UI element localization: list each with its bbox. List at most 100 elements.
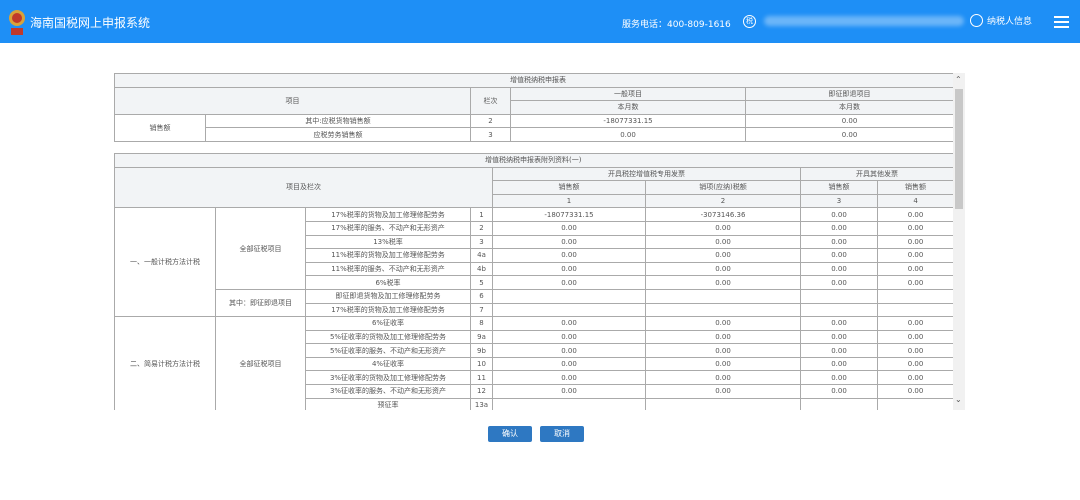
scrollbar-thumb[interactable]	[955, 89, 963, 209]
vat-schedule-one-table: 增值税纳税申报表附列资料(一) 项目及栏次 开具税控增值税专用发票 开具其他发票 销…	[114, 152, 953, 410]
cell-value[interactable]: 0.00	[876, 207, 953, 222]
cell-value[interactable]	[492, 397, 646, 410]
cell-value[interactable]: 0.00	[492, 384, 646, 399]
cell-value[interactable]	[645, 397, 801, 410]
cell-value[interactable]: 0.00	[492, 248, 646, 263]
cell-value[interactable]	[492, 302, 646, 318]
row-item: 5%征收率的货物及加工修理修配劳务	[305, 329, 471, 345]
cell-value[interactable]: 0.00	[876, 370, 953, 386]
cell-value[interactable]	[800, 288, 878, 304]
row-line: 2	[470, 220, 493, 236]
row-line: 8	[470, 316, 493, 331]
col-item: 项目	[114, 86, 471, 115]
cell-refund[interactable]: 0.00	[744, 127, 953, 142]
taxpayer-name-redacted	[764, 16, 964, 26]
cell-value[interactable]: 0.00	[492, 261, 646, 277]
row-line: 9b	[470, 343, 493, 358]
cell-value[interactable]: 0.00	[876, 261, 953, 277]
cell-value[interactable]	[876, 397, 953, 410]
cell-value[interactable]: 0.00	[800, 370, 878, 386]
cell-value[interactable]: 0.00	[800, 207, 878, 222]
row-item: 17%税率的货物及加工修理修配劳务	[305, 207, 471, 222]
cell-value[interactable]: -3073146.36	[645, 207, 801, 222]
row-item: 其中:应税货物销售额	[205, 113, 471, 129]
col-header: 销项(应纳)税额	[645, 180, 801, 195]
cell-value[interactable]: 0.00	[876, 220, 953, 236]
cell-value[interactable]: -18077331.15	[492, 207, 646, 222]
cell-value[interactable]: 0.00	[492, 329, 646, 345]
subgroup-all: 全部征税项目	[215, 207, 306, 290]
cell-value[interactable]: 0.00	[800, 343, 878, 358]
menu-icon[interactable]	[1054, 16, 1069, 28]
group-sales: 销售额	[114, 113, 206, 142]
service-phone: 服务电话：400-809-1616	[622, 20, 731, 30]
cell-value[interactable]: 0.00	[492, 234, 646, 250]
cell-value[interactable]: 0.00	[800, 261, 878, 277]
cell-value[interactable]: 0.00	[800, 384, 878, 399]
cell-value[interactable]: 0.00	[492, 370, 646, 386]
row-line: 6	[470, 288, 493, 304]
cell-value[interactable]: 0.00	[876, 316, 953, 331]
cell-value[interactable]: 0.00	[876, 343, 953, 358]
vat-return-table: 增值税纳税申报表 项目 栏次 一般项目 即征即退项目 本月数 本月数 销售额 其中:应税货…	[114, 73, 953, 142]
row-item: 17%税率的货物及加工修理修配劳务	[305, 302, 471, 318]
cell-value[interactable]: 0.00	[876, 248, 953, 263]
cell-refund[interactable]: 0.00	[744, 113, 953, 129]
cell-value[interactable]: 0.00	[645, 370, 801, 386]
cell-value[interactable]	[800, 397, 878, 410]
cell-value[interactable]: 0.00	[645, 248, 801, 263]
cell-value[interactable]: 0.00	[876, 356, 953, 372]
cell-value[interactable]: 0.00	[492, 316, 646, 331]
cell-general[interactable]: 0.00	[510, 127, 746, 142]
cell-value[interactable]: 0.00	[645, 384, 801, 399]
confirm-button[interactable]: 确认	[488, 426, 532, 442]
grp-special-invoice: 开具税控增值税专用发票	[492, 166, 801, 182]
col-number: 3	[800, 193, 878, 209]
cell-value[interactable]	[876, 288, 953, 304]
scroll-up-icon[interactable]: ⌃	[955, 75, 962, 84]
cell-value[interactable]: 0.00	[645, 220, 801, 236]
section-simple: 二、简易计税方法计税	[114, 316, 216, 410]
cell-value[interactable]: 0.00	[645, 356, 801, 372]
taxpayer-info-link[interactable]: 纳税人信息	[970, 14, 1032, 27]
cell-value[interactable]: 0.00	[492, 356, 646, 372]
cell-value[interactable]: 0.00	[800, 220, 878, 236]
table2-title: 增值税纳税申报表附列资料(一)	[114, 152, 953, 168]
cell-value[interactable]	[492, 288, 646, 304]
cell-value[interactable]: 0.00	[645, 316, 801, 331]
cell-value[interactable]: 0.00	[645, 329, 801, 345]
section-general: 一、一般计税方法计税	[114, 207, 216, 318]
row-item: 3%征收率的服务、不动产和无形资产	[305, 384, 471, 399]
cell-value[interactable]: 0.00	[492, 343, 646, 358]
row-line: 3	[470, 127, 511, 142]
vertical-scrollbar[interactable]: ⌃ ⌄	[953, 73, 965, 410]
cell-value[interactable]: 0.00	[800, 329, 878, 345]
cell-general[interactable]: -18077331.15	[510, 113, 746, 129]
cell-value[interactable]	[800, 302, 878, 318]
cell-value[interactable]	[645, 302, 801, 318]
cell-value[interactable]: 0.00	[876, 384, 953, 399]
scroll-down-icon[interactable]: ⌄	[955, 395, 962, 404]
cell-value[interactable]: 0.00	[645, 275, 801, 290]
cell-value[interactable]: 0.00	[800, 234, 878, 250]
cell-value[interactable]	[645, 288, 801, 304]
cell-value[interactable]: 0.00	[876, 329, 953, 345]
cell-value[interactable]: 0.00	[645, 343, 801, 358]
cell-value[interactable]: 0.00	[876, 234, 953, 250]
table-row: 二、简易计税方法计税 全部征税项目 6%征收率 8 0.00 0.00 0.00 0.00	[114, 316, 953, 410]
cell-value[interactable]: 0.00	[800, 275, 878, 290]
cell-value[interactable]: 0.00	[800, 356, 878, 372]
cell-value[interactable]	[876, 302, 953, 318]
user-icon	[970, 14, 983, 27]
cell-value[interactable]: 0.00	[645, 234, 801, 250]
cell-value[interactable]: 0.00	[645, 261, 801, 277]
cancel-button[interactable]: 取消	[540, 426, 584, 442]
cell-value[interactable]: 0.00	[800, 248, 878, 263]
row-item: 5%征收率的服务、不动产和无形资产	[305, 343, 471, 358]
cell-value[interactable]: 0.00	[492, 220, 646, 236]
cell-value[interactable]: 0.00	[876, 275, 953, 290]
top-header: 海南国税网上申报系统 服务电话：400-809-1616 税 纳税人信息	[0, 0, 1080, 43]
cell-value[interactable]: 0.00	[800, 316, 878, 331]
row-item: 6%征收率	[305, 316, 471, 331]
cell-value[interactable]: 0.00	[492, 275, 646, 290]
